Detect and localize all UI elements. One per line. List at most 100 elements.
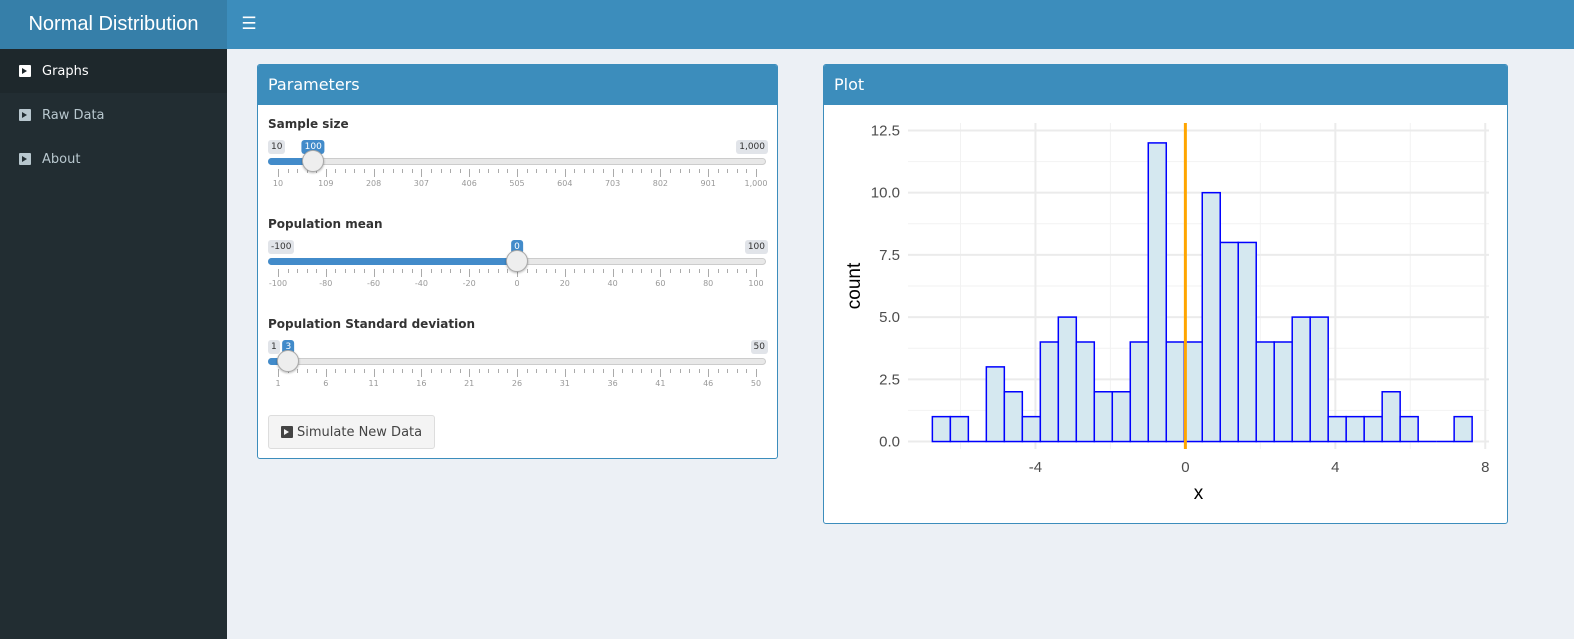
slider-tick <box>469 169 471 177</box>
histogram-bar <box>1327 415 1347 443</box>
histogram-bar <box>1057 316 1078 443</box>
slider-tick-label: 901 <box>700 179 716 188</box>
slider-minor-tick <box>354 169 356 173</box>
sidebar-item-raw-data[interactable]: Raw Data <box>0 93 227 137</box>
slider-minor-tick <box>526 169 528 173</box>
slider-minor-tick <box>603 369 605 373</box>
slider-tick <box>564 269 566 277</box>
histogram-bar <box>1165 341 1186 443</box>
sample-size-handle[interactable] <box>302 150 325 172</box>
population-sd-track[interactable] <box>268 358 766 365</box>
population-sd-label: Population Standard deviation <box>268 317 475 331</box>
slider-tick <box>708 169 710 177</box>
slider-minor-tick <box>689 369 691 373</box>
slider-tick <box>612 369 614 377</box>
slider-minor-tick <box>459 269 461 273</box>
slider-minor-tick <box>669 369 671 373</box>
slider-tick-label: 11 <box>368 379 379 388</box>
slider-minor-tick <box>736 369 738 373</box>
population-sd-handle[interactable] <box>277 350 300 372</box>
slider-tick-label: 109 <box>318 179 334 188</box>
slider-minor-tick <box>574 269 576 273</box>
slider-minor-tick <box>488 169 490 173</box>
slider-tick <box>421 369 423 377</box>
slider-minor-tick <box>727 269 729 273</box>
slider-minor-tick <box>593 169 595 173</box>
y-tick-label: 12.5 <box>871 122 900 139</box>
slider-tick-label: 26 <box>511 379 523 388</box>
sidebar-item-about[interactable]: About <box>0 137 227 181</box>
slider-minor-tick <box>641 169 643 173</box>
slider-tick-label: 0 <box>514 279 520 288</box>
slider-minor-tick <box>316 269 318 273</box>
flag-icon <box>19 65 31 77</box>
histogram-bar <box>1219 241 1239 443</box>
sidebar-item-graphs[interactable]: Graphs <box>0 49 227 93</box>
slider-tick-label: 604 <box>557 179 573 188</box>
slider-minor-tick <box>411 269 413 273</box>
slider-tick-label: 1 <box>275 379 281 388</box>
plot-box: Plot 0.0 2.5 5.0 7.5 10.0 12.5 -4 0 4 8 x count <box>823 64 1508 524</box>
slider-tick-label: 50 <box>750 379 762 388</box>
flag-icon <box>19 153 31 165</box>
flag-icon <box>19 109 31 121</box>
x-axis-label: x <box>1194 483 1204 504</box>
slider-minor-tick <box>402 269 404 273</box>
slider-minor-tick <box>641 269 643 273</box>
slider-tick <box>564 369 566 377</box>
slider-tick <box>373 369 375 377</box>
slider-minor-tick <box>574 369 576 373</box>
slider-minor-tick <box>717 269 719 273</box>
slider-minor-tick <box>736 269 738 273</box>
slider-minor-tick <box>574 169 576 173</box>
histogram-bar <box>1039 341 1060 443</box>
slider-minor-tick <box>344 369 346 373</box>
slider-minor-tick <box>555 369 557 373</box>
slider-minor-tick <box>354 269 356 273</box>
slider-minor-tick <box>603 169 605 173</box>
slider-minor-tick <box>450 269 452 273</box>
slider-minor-tick <box>641 369 643 373</box>
slider-minor-tick <box>440 169 442 173</box>
slider-minor-tick <box>287 269 289 273</box>
histogram-bar <box>1363 415 1383 443</box>
slider-minor-tick <box>679 169 681 173</box>
population-sd-slider-group: Population Standard deviation 1 50 3 1 6 11 16 2… <box>268 317 768 407</box>
simulate-new-data-button[interactable]: Simulate New Data <box>268 415 436 449</box>
slider-minor-tick <box>555 169 557 173</box>
slider-minor-tick <box>698 269 700 273</box>
slider-minor-tick <box>603 269 605 273</box>
slider-tick-label: 10 <box>272 179 284 188</box>
slider-minor-tick <box>440 369 442 373</box>
sample-size-label: Sample size <box>268 117 349 131</box>
slider-tick-label: 802 <box>652 179 669 188</box>
slider-minor-tick <box>297 169 299 173</box>
slider-tick-label: 80 <box>703 279 714 288</box>
slider-minor-tick <box>555 269 557 273</box>
slider-minor-tick <box>746 369 748 373</box>
slider-minor-tick <box>593 269 595 273</box>
slider-tick-label: 406 <box>461 179 477 188</box>
population-mean-min-badge: -100 <box>268 240 295 254</box>
sidebar-item-label: Raw Data <box>42 107 105 123</box>
slider-tick <box>660 269 662 277</box>
slider-minor-tick <box>583 269 585 273</box>
app-logo: Normal Distribution <box>0 0 227 49</box>
histogram-bar <box>1183 341 1203 443</box>
slider-minor-tick <box>736 169 738 173</box>
slider-tick-label: 46 <box>703 379 714 388</box>
slider-tick <box>373 269 375 277</box>
histogram-bar <box>1147 142 1168 443</box>
sample-size-track[interactable] <box>268 158 766 165</box>
slider-minor-tick <box>593 369 595 373</box>
slider-minor-tick <box>727 369 729 373</box>
x-tick-label: 8 <box>1481 459 1489 476</box>
parameters-box: Parameters Sample size 10 1,000 100 10 109 208… <box>257 64 778 459</box>
slider-minor-tick <box>679 269 681 273</box>
population-mean-label: Population mean <box>268 217 383 231</box>
slider-minor-tick <box>287 169 289 173</box>
population-mean-handle[interactable] <box>506 250 528 272</box>
simulate-button-label: Simulate New Data <box>297 424 423 440</box>
hamburger-menu-icon[interactable]: ☰ <box>227 0 271 49</box>
slider-minor-tick <box>746 169 748 173</box>
